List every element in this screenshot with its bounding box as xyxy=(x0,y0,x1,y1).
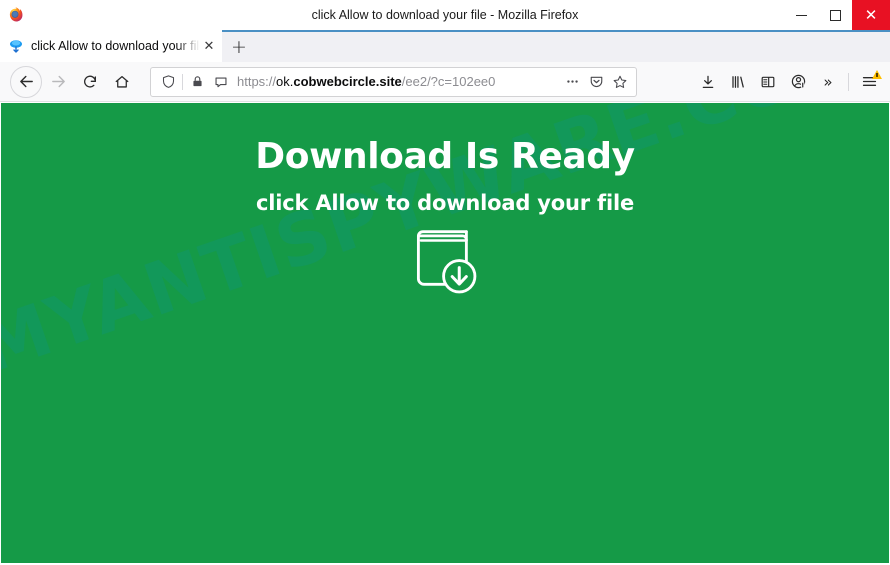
book-download-icon xyxy=(407,224,483,300)
blue-cloud-favicon-icon xyxy=(8,38,24,54)
arrow-right-icon xyxy=(51,75,65,88)
minimize-icon xyxy=(795,14,807,16)
download-arrow-icon xyxy=(702,75,714,88)
update-warning-badge-icon xyxy=(872,69,882,79)
url-host: cobwebcircle.site xyxy=(293,74,402,89)
home-icon xyxy=(115,75,129,88)
url-path: /ee2/?c=102ee0 xyxy=(401,74,496,89)
browser-tab[interactable]: click Allow to download your file ✕ xyxy=(0,30,222,62)
bookmark-star-icon[interactable] xyxy=(608,70,632,94)
hero-block: Download Is Ready click Allow to downloa… xyxy=(1,103,889,300)
padlock-secure-icon[interactable] xyxy=(185,70,209,94)
tab-strip: click Allow to download your file ✕ + xyxy=(0,30,890,62)
url-separator xyxy=(182,73,183,90)
url-text[interactable]: https://ok.cobwebcircle.site/ee2/?c=102e… xyxy=(237,74,560,89)
url-subdomain: ok. xyxy=(276,74,294,89)
close-button[interactable]: ✕ xyxy=(852,0,890,30)
browser-window: click Allow to download your file - Mozi… xyxy=(0,0,890,565)
account-button[interactable] xyxy=(783,67,813,97)
back-button[interactable] xyxy=(10,65,42,98)
new-tab-button[interactable]: + xyxy=(222,32,256,62)
sidebar-panel-icon xyxy=(761,76,775,87)
sidebar-button[interactable] xyxy=(753,67,783,97)
window-title: click Allow to download your file - Mozi… xyxy=(311,8,579,22)
toolbar-right-group: » xyxy=(693,67,884,97)
navigation-toolbar: https://ok.cobwebcircle.site/ee2/?c=102e… xyxy=(0,62,890,102)
scam-download-page: MYANTISPYWARE.COM Download Is Ready clic… xyxy=(1,103,889,563)
library-button[interactable] xyxy=(723,67,753,97)
url-scheme: https:// xyxy=(237,74,277,89)
reload-button[interactable] xyxy=(74,66,106,98)
arrow-left-icon xyxy=(19,75,33,88)
overflow-button[interactable]: » xyxy=(813,67,843,97)
page-title: Download Is Ready xyxy=(255,136,635,177)
downloads-button[interactable] xyxy=(693,67,723,97)
home-button[interactable] xyxy=(106,66,138,98)
page-actions-button[interactable] xyxy=(560,70,584,94)
tab-close-button[interactable]: ✕ xyxy=(200,37,218,55)
title-bar: click Allow to download your file - Mozi… xyxy=(0,0,890,30)
pocket-save-icon[interactable] xyxy=(584,70,608,94)
window-controls: ✕ xyxy=(784,0,890,30)
library-books-icon xyxy=(732,75,744,88)
toolbar-separator xyxy=(848,72,849,91)
minimize-button[interactable] xyxy=(784,0,818,30)
page-subtitle: click Allow to download your file xyxy=(256,191,634,216)
address-bar[interactable]: https://ok.cobwebcircle.site/ee2/?c=102e… xyxy=(150,66,637,97)
forward-button[interactable] xyxy=(42,66,74,98)
firefox-logo-icon xyxy=(6,6,24,24)
content-viewport: MYANTISPYWARE.COM Download Is Ready clic… xyxy=(0,102,890,565)
maximize-icon xyxy=(829,9,841,21)
site-permissions-bubble-icon[interactable] xyxy=(209,70,233,94)
app-menu-button[interactable] xyxy=(854,67,884,97)
tab-title: click Allow to download your file xyxy=(31,39,200,53)
reload-icon xyxy=(84,75,96,88)
tracking-protection-shield-icon[interactable] xyxy=(156,70,180,94)
close-icon: ✕ xyxy=(864,5,878,24)
account-avatar-icon xyxy=(791,74,805,89)
maximize-button[interactable] xyxy=(818,0,852,30)
